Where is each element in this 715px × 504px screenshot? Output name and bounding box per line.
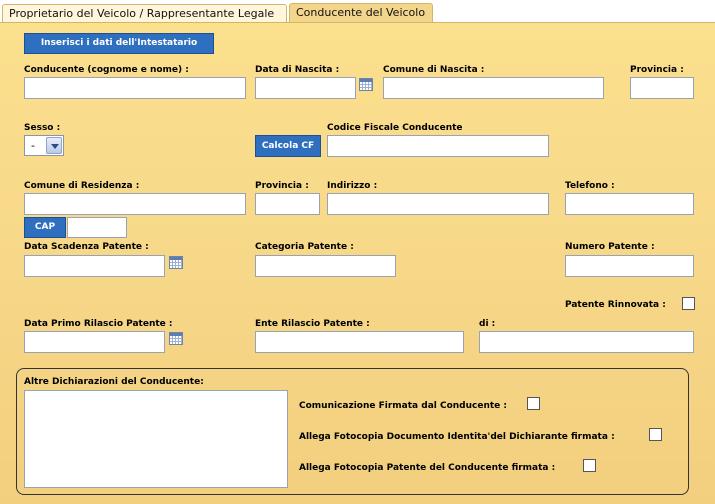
insert-owner-data-button[interactable]: Inserisci i dati dell'Intestatario xyxy=(24,33,214,54)
attach-id-copy-label: Allega Fotocopia Documento Identita'del … xyxy=(299,432,615,442)
tax-code-input[interactable] xyxy=(327,135,549,157)
calc-cf-button[interactable]: Calcola CF xyxy=(255,135,321,157)
sex-select-value: - xyxy=(31,139,35,152)
birth-city-label: Comune di Nascita : xyxy=(383,65,485,75)
birth-date-input[interactable] xyxy=(255,77,356,99)
first-issue-date-input[interactable] xyxy=(24,331,165,353)
attach-id-copy-checkbox[interactable] xyxy=(649,428,662,441)
sex-label: Sesso : xyxy=(24,123,61,133)
birth-city-input[interactable] xyxy=(383,77,604,99)
license-renewed-checkbox[interactable] xyxy=(682,297,695,310)
tax-code-label: Codice Fiscale Conducente xyxy=(327,123,463,133)
cap-input[interactable] xyxy=(67,217,127,238)
res-province-input[interactable] xyxy=(255,193,320,215)
issuing-authority-input[interactable] xyxy=(255,331,464,353)
birth-province-input[interactable] xyxy=(630,77,694,99)
other-declarations-textarea[interactable] xyxy=(24,390,288,488)
license-expiry-input[interactable] xyxy=(24,255,165,277)
cap-button[interactable]: CAP xyxy=(24,217,66,238)
res-province-label: Provincia : xyxy=(255,181,309,191)
license-number-input[interactable] xyxy=(565,255,694,277)
signed-communication-checkbox[interactable] xyxy=(527,397,540,410)
license-renewed-label: Patente Rinnovata : xyxy=(565,300,666,310)
res-city-input[interactable] xyxy=(24,193,246,215)
birth-date-label: Data di Nascita : xyxy=(255,65,340,75)
res-city-label: Comune di Residenza : xyxy=(24,181,140,191)
of-input[interactable] xyxy=(479,331,694,353)
tab-driver[interactable]: Conducente del Veicolo xyxy=(289,3,433,23)
tab-owner[interactable]: Proprietario del Veicolo / Rappresentant… xyxy=(2,4,287,22)
first-issue-date-label: Data Primo Rilascio Patente : xyxy=(24,319,173,329)
license-category-input[interactable] xyxy=(255,255,396,277)
license-number-label: Numero Patente : xyxy=(565,242,655,252)
sex-select[interactable]: - xyxy=(24,135,64,156)
attach-license-copy-checkbox[interactable] xyxy=(583,459,596,472)
driver-name-input[interactable] xyxy=(24,77,246,99)
of-label: di : xyxy=(479,319,496,329)
calendar-icon[interactable] xyxy=(169,256,183,269)
address-label: Indirizzo : xyxy=(327,181,378,191)
birth-province-label: Provincia : xyxy=(630,65,684,75)
phone-label: Telefono : xyxy=(565,181,615,191)
license-expiry-label: Data Scadenza Patente : xyxy=(24,242,149,252)
phone-input[interactable] xyxy=(565,193,694,215)
attach-license-copy-label: Allega Fotocopia Patente del Conducente … xyxy=(299,463,556,473)
signed-communication-label: Comunicazione Firmata dal Conducente : xyxy=(299,401,508,411)
calendar-icon[interactable] xyxy=(359,78,373,91)
chevron-down-icon[interactable] xyxy=(46,137,62,154)
issuing-authority-label: Ente Rilascio Patente : xyxy=(255,319,370,329)
calendar-icon[interactable] xyxy=(169,332,183,345)
other-declarations-label: Altre Dichiarazioni del Conducente: xyxy=(24,377,204,387)
driver-name-label: Conducente (cognome e nome) : xyxy=(24,65,189,75)
license-category-label: Categoria Patente : xyxy=(255,242,354,252)
address-input[interactable] xyxy=(327,193,549,215)
tab-bar: Proprietario del Veicolo / Rappresentant… xyxy=(0,0,715,23)
